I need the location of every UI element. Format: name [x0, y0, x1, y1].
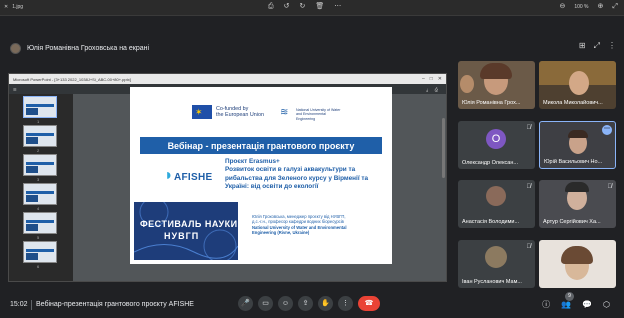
presenting-text: Юлія Романівна Гроховська на екрані	[27, 44, 150, 52]
menu-icon[interactable]: ☰	[13, 87, 17, 92]
print-icon[interactable]: ⎙	[435, 87, 438, 92]
participant-tile[interactable]: 🎙̸ Іван Русланович Мам...	[458, 240, 535, 288]
more-options-icon[interactable]: ⋯	[602, 125, 612, 135]
emoji-button[interactable]: ☺	[278, 296, 293, 311]
participant-tile[interactable]: Юлія Романівна Грох...	[458, 61, 535, 109]
participant-initial-avatar: O	[486, 129, 506, 149]
participant-name: Юлія Романівна Грох...	[462, 100, 521, 106]
presentation-slide: ✶ Co-funded by the European Union ≋ Nati…	[130, 87, 392, 264]
slide-thumbnail[interactable]	[23, 125, 57, 147]
save-icon[interactable]: ⎙	[268, 3, 274, 10]
mic-off-icon: 🎙̸	[607, 184, 613, 190]
chat-icon[interactable]: 💬	[582, 300, 592, 309]
afishe-logo: ◗ AFISHE	[164, 167, 213, 184]
mic-off-icon: 🎙̸	[526, 125, 532, 131]
participant-tile[interactable]: 🎙̸ Анастасія Володими...	[458, 180, 535, 228]
participant-tile[interactable]: 🎙̸ Артур Сергійович Ха...	[539, 180, 616, 228]
zoom-out-icon[interactable]: ⊖	[559, 3, 565, 10]
divider	[31, 300, 32, 310]
eu-flag-logo: ✶	[192, 105, 212, 119]
meeting-controls: 15:02 Вебінар-презентація грантового про…	[0, 292, 624, 318]
maximize-icon[interactable]: □	[430, 76, 433, 82]
meeting-title: Вебінар-презентація грантового проєкту A…	[36, 301, 194, 308]
festival-subtitle: НУВГП	[164, 231, 200, 241]
zoom-in-icon[interactable]: ⊕	[598, 3, 604, 10]
people-icon[interactable]: 👥	[561, 300, 571, 309]
participant-name: Микола Миколайович...	[543, 100, 603, 106]
leave-call-button[interactable]: ☎	[358, 296, 380, 311]
file-name: 1.jpg	[12, 4, 24, 10]
minimize-icon[interactable]: –	[422, 76, 425, 82]
university-logo: ≋	[280, 107, 289, 118]
thumb-number: 1	[37, 119, 40, 124]
participant-tile[interactable]: ⋯ Юрій Васильович Но...	[539, 121, 616, 169]
fullscreen-icon[interactable]: ⤢	[612, 3, 618, 10]
university-text: National University of Water and Environ…	[296, 108, 340, 121]
author-info: Юлія Гроховська, менеджер проєкту від НУ…	[252, 214, 388, 236]
thumbnail-sidebar: 1 2 3 4 5 6	[9, 94, 73, 281]
slide-title: Вебінар - презентація грантового проєкту	[140, 137, 382, 154]
participants-count-badge: 9	[565, 292, 574, 301]
present-button[interactable]: ⇪	[298, 296, 313, 311]
slide-thumbnail[interactable]	[23, 212, 57, 234]
slide-thumbnail[interactable]	[23, 154, 57, 176]
eu-text-line: the European Union	[216, 112, 264, 119]
more-vert-icon[interactable]: ⋮	[608, 42, 616, 50]
window-title: Microsoft PowerPoint - [3+133 2022_1038J…	[13, 76, 131, 82]
clock: 15:02	[10, 301, 28, 308]
zoom-level: 100 %	[574, 3, 589, 10]
info-icon[interactable]: ⓘ	[542, 299, 550, 310]
participant-tile[interactable]	[539, 240, 616, 288]
image-viewer-bar: ✕ 1.jpg ⎙ ↺ ↻ 🗑 ⋯ ⊖ 100 % ⊕ ⤢	[0, 0, 624, 16]
more-options-button[interactable]: ⋮	[338, 296, 353, 311]
presenting-banner: Юлія Романівна Гроховська на екрані ⊞ ⤢ …	[0, 38, 624, 58]
afishe-word: AFISHE	[174, 172, 213, 183]
more-icon[interactable]: ⋯	[334, 3, 341, 10]
window-titlebar: Microsoft PowerPoint - [3+133 2022_1038J…	[9, 74, 446, 84]
participant-tile[interactable]: Микола Миколайович...	[539, 61, 616, 109]
participant-name: Олександр Олексан...	[462, 160, 518, 166]
thumb-number: 2	[37, 148, 40, 153]
window-close-icon[interactable]: ✕	[438, 76, 442, 82]
festival-title: ФЕСТИВАЛЬ НАУКИ	[140, 219, 238, 229]
participant-name: Іван Русланович Мам...	[462, 279, 522, 285]
presenter-avatar	[10, 42, 21, 54]
rotate-right-icon[interactable]: ↻	[299, 3, 305, 10]
thumb-number: 4	[37, 206, 40, 211]
scrollbar[interactable]	[442, 118, 445, 178]
author-line: Engineering (Rivne, Ukraine)	[252, 230, 310, 236]
delete-icon[interactable]: 🗑	[315, 3, 324, 10]
mic-off-icon: 🎙̸	[526, 244, 532, 250]
thumb-number: 3	[37, 177, 40, 182]
download-icon[interactable]: ⤓	[426, 87, 428, 92]
participant-name: Анастасія Володими...	[462, 219, 520, 225]
close-icon[interactable]: ✕	[4, 4, 8, 10]
project-description: Проєкт Erasmus+ Розвиток освіти в галузі…	[225, 158, 387, 192]
university-text-line: Engineering	[296, 116, 316, 121]
participant-tile[interactable]: 🎙̸ O Олександр Олексан...	[458, 121, 535, 169]
participant-name: Артур Сергійович Ха...	[543, 219, 601, 225]
rotate-left-icon[interactable]: ↺	[284, 3, 290, 10]
expand-icon[interactable]: ⤢	[594, 42, 600, 50]
science-festival-banner: ФЕСТИВАЛЬ НАУКИ НУВГП	[134, 202, 238, 260]
project-topic: Розвиток освіти в галузі аквакультури та…	[225, 166, 369, 191]
participant-name: Юрій Васильович Но...	[544, 159, 603, 165]
slide-thumbnail[interactable]	[23, 183, 57, 205]
pin-icon[interactable]: ⊞	[579, 42, 586, 50]
slide-thumbnail[interactable]	[23, 241, 57, 263]
activities-icon[interactable]: ⬡	[603, 300, 610, 309]
thumb-number: 6	[37, 264, 40, 269]
microphone-button[interactable]: 🎤	[238, 296, 253, 311]
camera-button[interactable]: ▭	[258, 296, 273, 311]
slide-thumbnail[interactable]	[23, 96, 57, 118]
mic-off-icon: 🎙̸	[526, 184, 532, 190]
thumb-number: 5	[37, 235, 40, 240]
eu-cofunded-text: Co-funded by the European Union	[216, 106, 264, 119]
meet-window: ✕ 1.jpg ⎙ ↺ ↻ 🗑 ⋯ ⊖ 100 % ⊕ ⤢ Юлія Роман…	[0, 0, 624, 318]
raise-hand-button[interactable]: ✋	[318, 296, 333, 311]
